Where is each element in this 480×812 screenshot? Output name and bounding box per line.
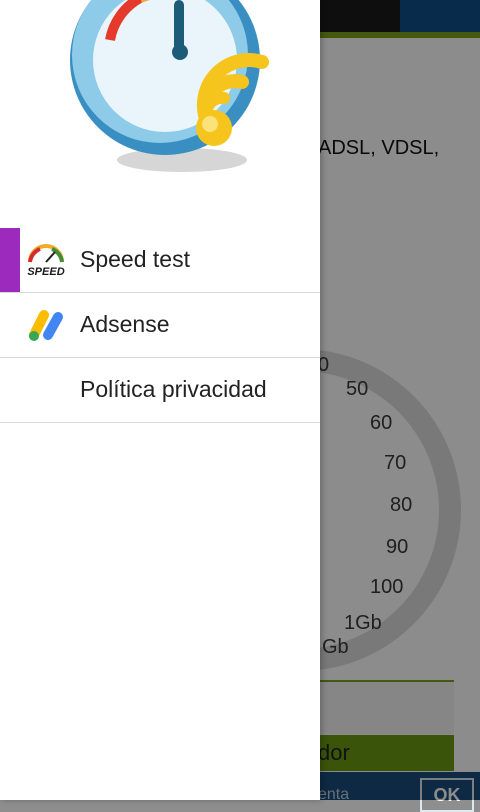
navigation-drawer: SPEED Speed test Adsense Política privac… (0, 0, 320, 800)
drawer-menu: SPEED Speed test Adsense Política privac… (0, 228, 320, 423)
menu-item-label-speed-test: Speed test (80, 246, 190, 272)
menu-item-speed-test[interactable]: SPEED Speed test (0, 228, 320, 293)
adsense-icon (26, 307, 66, 343)
speed-icon: SPEED (26, 242, 66, 278)
menu-item-label-privacy-policy: Política privacidad (80, 376, 267, 402)
drawer-header (0, 0, 320, 200)
menu-item-label-adsense: Adsense (80, 311, 170, 337)
menu-item-privacy-policy[interactable]: Política privacidad (0, 358, 320, 423)
menu-item-adsense[interactable]: Adsense (0, 293, 320, 358)
speed-icon-text: SPEED (27, 266, 64, 278)
speedometer-wifi-logo (70, 0, 269, 172)
